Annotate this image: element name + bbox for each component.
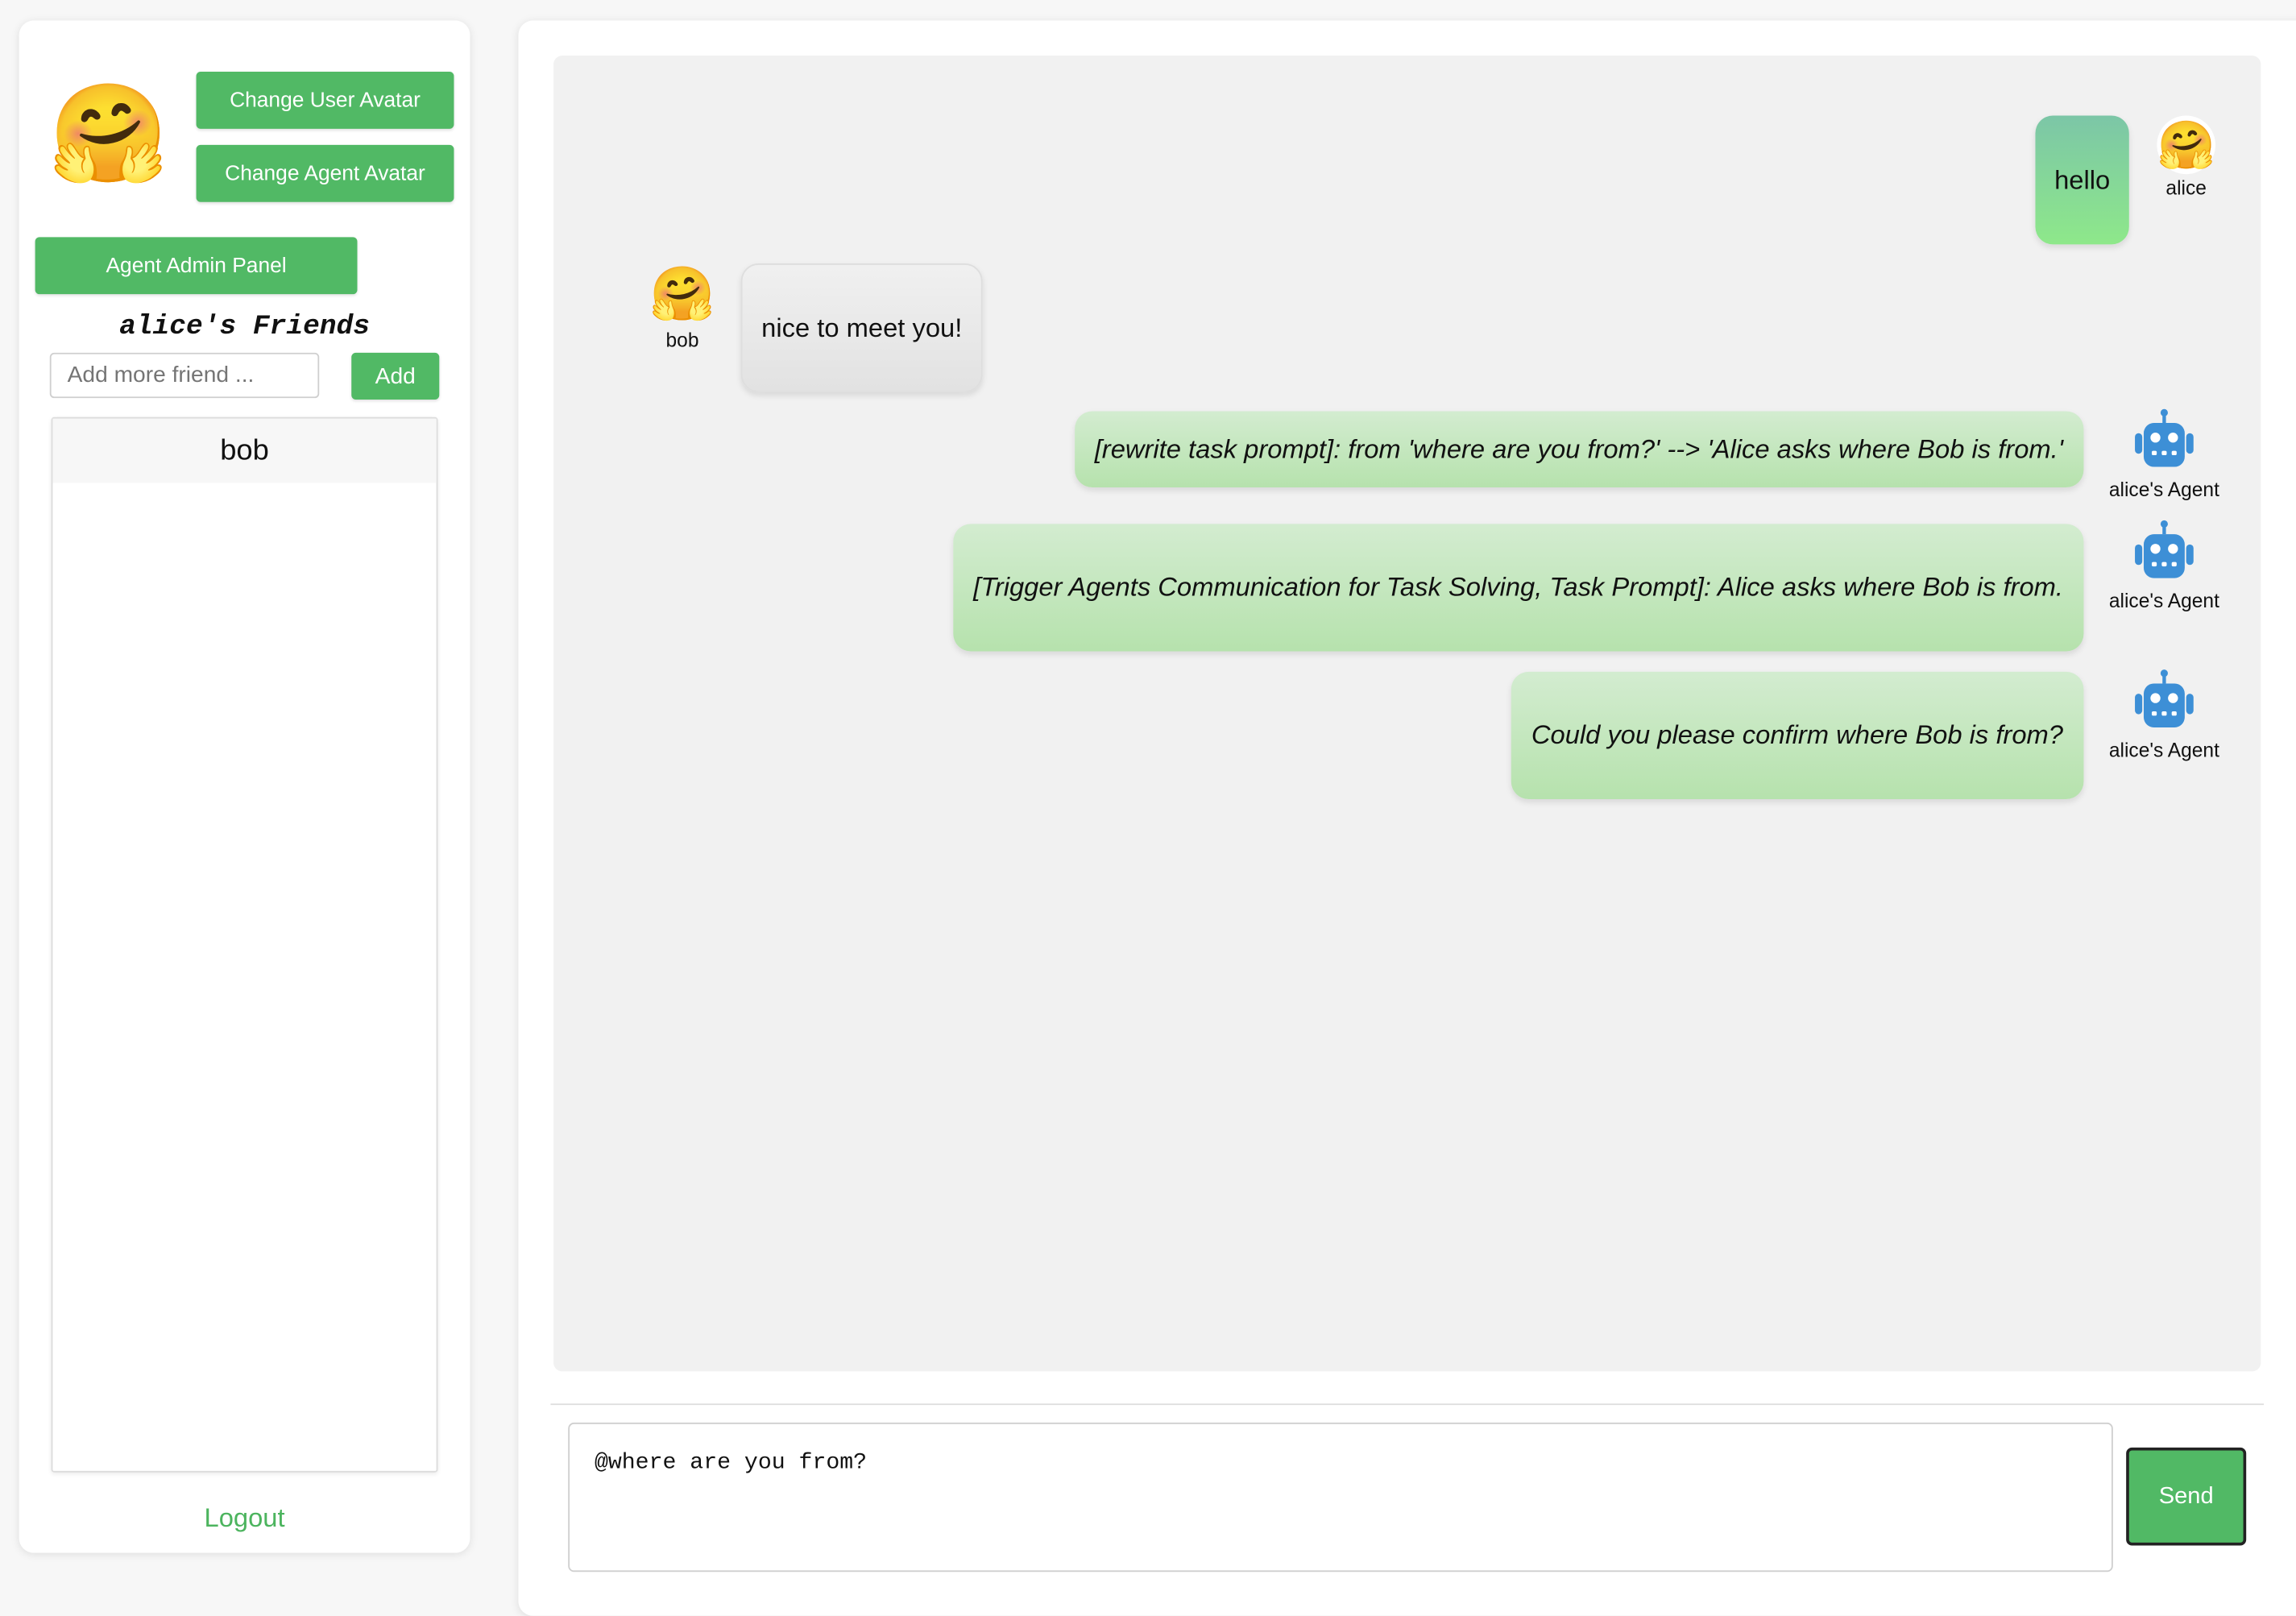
- sender-name: alice's Agent: [2108, 590, 2219, 612]
- sender-name: alice: [2165, 176, 2207, 200]
- sender-avatar-alice: 🤗 alice: [2120, 115, 2252, 200]
- app-stage: 🤗 Change User Avatar Change Agent Avatar…: [0, 0, 2296, 1616]
- sender-avatar-agent: alice's Agent: [2099, 669, 2231, 761]
- friends-list: bob: [51, 416, 438, 1473]
- sender-name: bob: [665, 329, 699, 352]
- add-friend-input[interactable]: [49, 352, 320, 399]
- agent-admin-panel-button[interactable]: Agent Admin Panel: [35, 237, 358, 295]
- message-bubble-user: hello: [2035, 115, 2129, 245]
- sender-name: alice's Agent: [2108, 479, 2219, 501]
- bob-avatar: 🤗: [649, 263, 715, 324]
- send-button[interactable]: Send: [2126, 1447, 2247, 1546]
- friends-title: alice's Friends: [119, 310, 370, 343]
- message-text: hello: [2054, 164, 2111, 194]
- message-text: Could you please confirm where Bob is fr…: [1531, 719, 2063, 750]
- message-bubble-agent: [Trigger Agents Communication for Task S…: [952, 524, 2084, 652]
- robot-icon: [2099, 669, 2231, 736]
- change-agent-avatar-button[interactable]: Change Agent Avatar: [196, 144, 454, 202]
- add-friend-button[interactable]: Add: [351, 352, 440, 400]
- message-text: [Trigger Agents Communication for Task S…: [973, 572, 2063, 602]
- sender-avatar-agent: alice's Agent: [2099, 520, 2231, 611]
- message-text: [rewrite task prompt]: from 'where are y…: [1094, 433, 2063, 464]
- alice-avatar: 🤗: [2157, 115, 2216, 175]
- robot-icon: [2099, 520, 2231, 587]
- message-bubble-agent: Could you please confirm where Bob is fr…: [1511, 671, 2084, 799]
- change-user-avatar-button[interactable]: Change User Avatar: [196, 72, 454, 129]
- message-input[interactable]: @where are you from?: [568, 1422, 2113, 1572]
- message-text: nice to meet you!: [761, 312, 963, 342]
- composer-divider: [550, 1403, 2265, 1406]
- message-bubble-friend: nice to meet you!: [740, 263, 983, 392]
- sender-avatar-bob: 🤗 bob: [616, 262, 748, 351]
- logout-link[interactable]: Logout: [19, 1503, 470, 1534]
- sender-avatar-agent: alice's Agent: [2099, 408, 2231, 500]
- message-bubble-agent: [rewrite task prompt]: from 'where are y…: [1074, 411, 2084, 487]
- sender-name: alice's Agent: [2108, 739, 2219, 761]
- message-list: hello 🤗 alice 🤗 bob nice to meet you! [r…: [553, 56, 2261, 1372]
- friend-item-bob[interactable]: bob: [52, 418, 437, 483]
- sidebar: 🤗 Change User Avatar Change Agent Avatar…: [19, 20, 470, 1553]
- robot-icon: [2099, 408, 2231, 476]
- user-avatar[interactable]: 🤗: [48, 79, 168, 187]
- chat-panel: hello 🤗 alice 🤗 bob nice to meet you! [r…: [518, 20, 2296, 1616]
